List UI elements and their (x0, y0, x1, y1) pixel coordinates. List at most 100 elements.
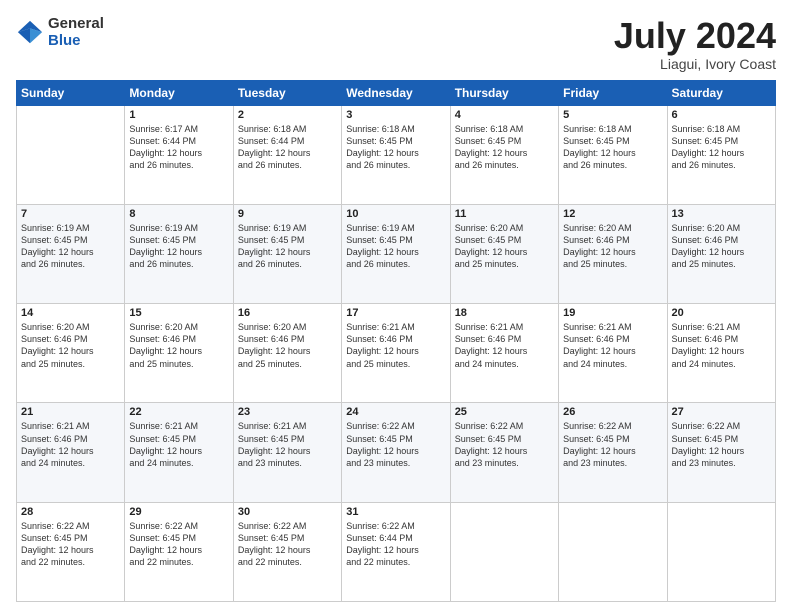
calendar-cell: 28 Sunrise: 6:22 AM Sunset: 6:45 PM Dayli… (17, 502, 125, 601)
day-header-monday: Monday (125, 80, 233, 105)
day-number: 28 (21, 506, 120, 518)
week-row-3: 21Sunrise: 6:21 AM Sunset: 6:46 PM Dayli… (17, 403, 776, 502)
day-header-sunday: Sunday (17, 80, 125, 105)
day-info: Sunrise: 6:20 AM Sunset: 6:46 PM Dayligh… (129, 321, 228, 370)
day-number: 13 (672, 208, 771, 220)
header: General Blue July 2024 Liagui, Ivory Coa… (16, 16, 776, 72)
day-number: 8 (129, 208, 228, 220)
logo: General Blue (16, 16, 104, 49)
day-info: Sunrise: 6:20 AM Sunset: 6:46 PM Dayligh… (672, 222, 771, 271)
day-number: 26 (563, 406, 662, 418)
day-info: Sunrise: 6:22 AM Sunset: 6:45 PM Dayligh… (563, 420, 662, 469)
day-number: 24 (346, 406, 445, 418)
calendar-cell: 23Sunrise: 6:21 AM Sunset: 6:45 PM Dayli… (233, 403, 341, 502)
calendar-cell: 27 Sunrise: 6:22 AM Sunset: 6:45 PM Dayli… (667, 403, 775, 502)
calendar-cell: 5Sunrise: 6:18 AM Sunset: 6:45 PM Daylig… (559, 105, 667, 204)
calendar-cell: 22 Sunrise: 6:21 AM Sunset: 6:45 PM Dayli… (125, 403, 233, 502)
day-number: 12 (563, 208, 662, 220)
calendar-cell: 15Sunrise: 6:20 AM Sunset: 6:46 PM Dayli… (125, 304, 233, 403)
day-number: 2 (238, 109, 337, 121)
day-number: 22 (129, 406, 228, 418)
day-number: 9 (238, 208, 337, 220)
calendar-cell: 4Sunrise: 6:18 AM Sunset: 6:45 PM Daylig… (450, 105, 558, 204)
calendar-cell: 8 Sunrise: 6:19 AM Sunset: 6:45 PM Daylig… (125, 204, 233, 303)
day-info: Sunrise: 6:22 AM Sunset: 6:45 PM Dayligh… (238, 520, 337, 569)
calendar-cell: 19 Sunrise: 6:21 AM Sunset: 6:46 PM Dayli… (559, 304, 667, 403)
calendar-cell: 17 Sunrise: 6:21 AM Sunset: 6:46 PM Dayli… (342, 304, 450, 403)
day-number: 19 (563, 307, 662, 319)
calendar-cell: 12 Sunrise: 6:20 AM Sunset: 6:46 PM Dayli… (559, 204, 667, 303)
day-info: Sunrise: 6:20 AM Sunset: 6:46 PM Dayligh… (238, 321, 337, 370)
day-number: 27 (672, 406, 771, 418)
calendar-cell: 24Sunrise: 6:22 AM Sunset: 6:45 PM Dayli… (342, 403, 450, 502)
calendar-cell: 30 Sunrise: 6:22 AM Sunset: 6:45 PM Dayli… (233, 502, 341, 601)
calendar-cell: 3 Sunrise: 6:18 AM Sunset: 6:45 PM Daylig… (342, 105, 450, 204)
calendar-cell: 11 Sunrise: 6:20 AM Sunset: 6:45 PM Dayli… (450, 204, 558, 303)
day-header-thursday: Thursday (450, 80, 558, 105)
calendar-cell: 18 Sunrise: 6:21 AM Sunset: 6:46 PM Dayli… (450, 304, 558, 403)
calendar-cell: 16 Sunrise: 6:20 AM Sunset: 6:46 PM Dayli… (233, 304, 341, 403)
day-info: Sunrise: 6:21 AM Sunset: 6:46 PM Dayligh… (672, 321, 771, 370)
day-info: Sunrise: 6:19 AM Sunset: 6:45 PM Dayligh… (21, 222, 120, 271)
calendar-cell: 21Sunrise: 6:21 AM Sunset: 6:46 PM Dayli… (17, 403, 125, 502)
calendar-cell: 9 Sunrise: 6:19 AM Sunset: 6:45 PM Daylig… (233, 204, 341, 303)
day-number: 5 (563, 109, 662, 121)
day-info: Sunrise: 6:18 AM Sunset: 6:45 PM Dayligh… (672, 123, 771, 172)
day-number: 7 (21, 208, 120, 220)
calendar-cell: 7 Sunrise: 6:19 AM Sunset: 6:45 PM Daylig… (17, 204, 125, 303)
day-info: Sunrise: 6:22 AM Sunset: 6:45 PM Dayligh… (455, 420, 554, 469)
day-number: 4 (455, 109, 554, 121)
calendar-cell (17, 105, 125, 204)
day-info: Sunrise: 6:22 AM Sunset: 6:45 PM Dayligh… (21, 520, 120, 569)
day-number: 23 (238, 406, 337, 418)
day-info: Sunrise: 6:17 AM Sunset: 6:44 PM Dayligh… (129, 123, 228, 172)
day-number: 29 (129, 506, 228, 518)
week-row-0: 1Sunrise: 6:17 AM Sunset: 6:44 PM Daylig… (17, 105, 776, 204)
title-month: July 2024 (614, 16, 776, 56)
day-info: Sunrise: 6:21 AM Sunset: 6:46 PM Dayligh… (455, 321, 554, 370)
week-row-1: 7 Sunrise: 6:19 AM Sunset: 6:45 PM Daylig… (17, 204, 776, 303)
day-number: 16 (238, 307, 337, 319)
day-info: Sunrise: 6:22 AM Sunset: 6:45 PM Dayligh… (129, 520, 228, 569)
day-info: Sunrise: 6:20 AM Sunset: 6:46 PM Dayligh… (563, 222, 662, 271)
day-info: Sunrise: 6:22 AM Sunset: 6:44 PM Dayligh… (346, 520, 445, 569)
week-row-4: 28 Sunrise: 6:22 AM Sunset: 6:45 PM Dayli… (17, 502, 776, 601)
day-number: 25 (455, 406, 554, 418)
day-info: Sunrise: 6:21 AM Sunset: 6:46 PM Dayligh… (21, 420, 120, 469)
calendar-cell: 14 Sunrise: 6:20 AM Sunset: 6:46 PM Dayli… (17, 304, 125, 403)
day-info: Sunrise: 6:20 AM Sunset: 6:45 PM Dayligh… (455, 222, 554, 271)
day-number: 14 (21, 307, 120, 319)
day-number: 10 (346, 208, 445, 220)
day-info: Sunrise: 6:21 AM Sunset: 6:46 PM Dayligh… (346, 321, 445, 370)
title-block: July 2024 Liagui, Ivory Coast (614, 16, 776, 72)
calendar-cell: 13 Sunrise: 6:20 AM Sunset: 6:46 PM Dayli… (667, 204, 775, 303)
calendar-cell: 31Sunrise: 6:22 AM Sunset: 6:44 PM Dayli… (342, 502, 450, 601)
logo-blue-text: Blue (48, 33, 104, 50)
day-info: Sunrise: 6:19 AM Sunset: 6:45 PM Dayligh… (129, 222, 228, 271)
calendar-cell: 29 Sunrise: 6:22 AM Sunset: 6:45 PM Dayli… (125, 502, 233, 601)
day-header-wednesday: Wednesday (342, 80, 450, 105)
logo-general-text: General (48, 16, 104, 33)
logo-text: General Blue (48, 16, 104, 49)
day-info: Sunrise: 6:21 AM Sunset: 6:46 PM Dayligh… (563, 321, 662, 370)
calendar-cell: 10Sunrise: 6:19 AM Sunset: 6:45 PM Dayli… (342, 204, 450, 303)
day-number: 18 (455, 307, 554, 319)
day-number: 11 (455, 208, 554, 220)
day-header-friday: Friday (559, 80, 667, 105)
day-number: 17 (346, 307, 445, 319)
title-location: Liagui, Ivory Coast (614, 56, 776, 72)
calendar-cell (559, 502, 667, 601)
calendar-cell (667, 502, 775, 601)
page: General Blue July 2024 Liagui, Ivory Coa… (0, 0, 792, 612)
day-header-saturday: Saturday (667, 80, 775, 105)
day-info: Sunrise: 6:21 AM Sunset: 6:45 PM Dayligh… (129, 420, 228, 469)
day-number: 6 (672, 109, 771, 121)
calendar-cell: 2Sunrise: 6:18 AM Sunset: 6:44 PM Daylig… (233, 105, 341, 204)
day-info: Sunrise: 6:19 AM Sunset: 6:45 PM Dayligh… (238, 222, 337, 271)
day-info: Sunrise: 6:22 AM Sunset: 6:45 PM Dayligh… (672, 420, 771, 469)
day-number: 3 (346, 109, 445, 121)
logo-icon (16, 19, 44, 47)
day-info: Sunrise: 6:18 AM Sunset: 6:45 PM Dayligh… (346, 123, 445, 172)
day-number: 30 (238, 506, 337, 518)
day-info: Sunrise: 6:20 AM Sunset: 6:46 PM Dayligh… (21, 321, 120, 370)
